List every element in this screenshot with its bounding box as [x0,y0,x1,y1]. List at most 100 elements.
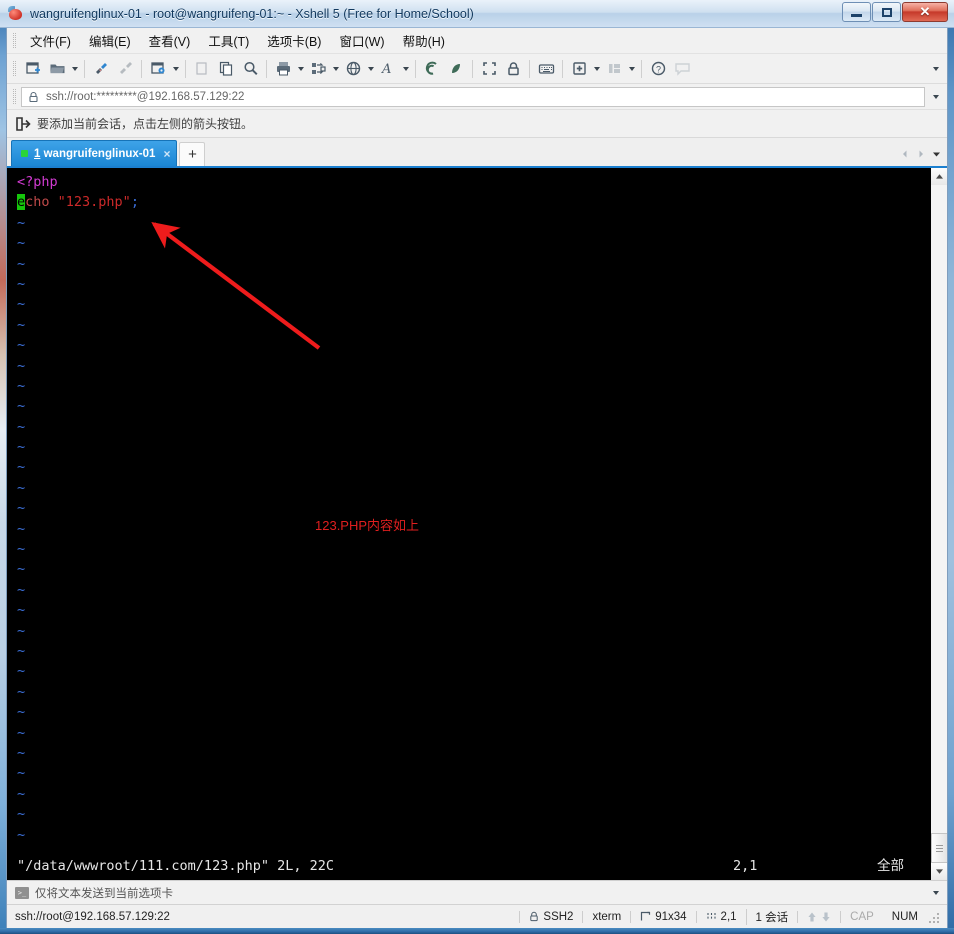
terminal-empty-line-marker: ~ [17,826,26,843]
menu-drag-grip[interactable] [11,31,18,51]
add-tab-dropdown-icon[interactable] [591,57,602,81]
print-icon[interactable] [271,57,295,81]
menu-edit[interactable]: 编辑(E) [80,27,140,54]
file-transfer-icon[interactable] [306,57,330,81]
globe-icon[interactable] [341,57,365,81]
new-tab-button[interactable]: + [179,142,206,166]
send-target-dropdown-icon[interactable] [930,881,941,905]
green-pen-icon[interactable] [444,57,468,81]
add-tab-icon[interactable] [567,57,591,81]
toolbar: A ? [7,54,947,84]
terminal-empty-line-marker: ~ [17,704,26,721]
send-target-bar[interactable]: >_ 仅将文本发送到当前选项卡 [7,880,947,904]
toolbar-separator [266,59,267,78]
menu-view[interactable]: 查看(V) [140,27,200,54]
lock-icon[interactable] [501,57,525,81]
scrollbar-down-icon[interactable] [930,863,947,880]
menu-tabs[interactable]: 选项卡(B) [258,27,330,54]
toolbar-overflow-icon[interactable] [930,54,941,84]
fullscreen-icon[interactable] [477,57,501,81]
terminal-empty-line-marker: ~ [17,663,26,680]
terminal-empty-line-marker: ~ [17,255,26,272]
session-properties-icon[interactable] [146,57,170,81]
scrollbar-thumb[interactable] [930,833,947,863]
terminal-empty-line-marker: ~ [17,357,26,374]
keyboard-icon[interactable] [534,57,558,81]
toolbar-separator [415,59,416,78]
ssh-tunnel-icon[interactable] [420,57,444,81]
font-dropdown-icon[interactable] [400,57,411,81]
session-properties-dropdown-icon[interactable] [170,57,181,81]
terminal-scrollbar[interactable] [930,168,947,880]
tab-scroll-right-icon[interactable] [914,146,927,162]
tab-close-icon[interactable]: × [163,147,170,161]
maximize-button[interactable] [872,2,901,22]
resize-grip[interactable] [929,910,941,923]
font-icon[interactable]: A [376,57,400,81]
split-layout-dropdown-icon[interactable] [626,57,637,81]
xshell-window: wangruifenglinux-01 - root@wangruifeng-0… [0,0,954,934]
tab-scroll-left-icon[interactable] [898,146,911,162]
terminal-empty-line-marker: ~ [17,602,26,619]
column-icon [706,911,717,922]
lock-icon [529,911,539,922]
toolbar-separator [185,59,186,78]
status-size-label: 91x34 [655,910,687,923]
status-terminal-type-label: xterm [592,910,622,923]
open-folder-icon[interactable] [45,57,69,81]
tab-wangruifenglinux-01[interactable]: 1 wangruifenglinux-01 × [11,140,178,166]
window-title: wangruifenglinux-01 - root@wangruifeng-0… [30,6,474,21]
menu-window[interactable]: 窗口(W) [330,27,393,54]
status-transfer [797,910,840,923]
paste-icon[interactable] [190,57,214,81]
scrollbar-track[interactable] [930,185,947,863]
vim-status-scroll: 全部 [877,857,904,874]
menu-file[interactable]: 文件(F) [21,27,80,54]
tab-bar-controls [898,146,943,162]
disconnect-icon[interactable] [113,57,137,81]
client-area: 文件(F) 编辑(E) 查看(V) 工具(T) 选项卡(B) 窗口(W) 帮助(… [6,28,948,928]
address-drag-grip[interactable] [11,87,18,107]
connect-icon[interactable] [89,57,113,81]
close-button[interactable]: ✕ [902,2,948,22]
split-layout-icon[interactable] [602,57,626,81]
scrollbar-up-icon[interactable] [930,168,947,185]
terminal-empty-line-marker: ~ [17,724,26,741]
tab-bar: 1 wangruifenglinux-01 × + [7,138,947,168]
print-dropdown-icon[interactable] [295,57,306,81]
menu-help[interactable]: 帮助(H) [394,27,454,54]
new-session-icon[interactable] [21,57,45,81]
status-sessions: 1 会话 [745,908,798,925]
open-folder-dropdown-icon[interactable] [69,57,80,81]
terminal-empty-line-marker: ~ [17,235,26,252]
vim-status-position: 2,1 [733,857,758,874]
window-frame-bottom [0,928,954,934]
address-input[interactable]: ssh://root:*********@192.168.57.129:22 [21,86,925,107]
add-session-arrow-icon[interactable] [15,116,31,132]
status-connection: ssh://root@192.168.57.129:22 [15,910,170,923]
minimize-button[interactable] [842,2,871,22]
menu-tools[interactable]: 工具(T) [199,27,258,54]
window-frame-right [948,0,954,934]
terminal-empty-line-marker: ~ [17,561,26,578]
terminal-empty-line-marker: ~ [17,459,26,476]
toolbar-separator [84,59,85,78]
toolbar-separator [562,59,563,78]
copy-icon[interactable] [214,57,238,81]
terminal-empty-line-marker: ~ [17,500,26,517]
terminal-screen[interactable]: <?php echo "123.php"; ~ ~ ~ ~ ~ ~ ~ ~ ~ ~ ~ ~ ~ ~ ~ ~ ~ ~ ~ ~… [7,168,930,880]
tab-list-icon[interactable] [930,146,943,162]
address-dropdown-icon[interactable] [930,84,941,110]
status-num-lock: NUM [891,910,918,923]
svg-text:A: A [381,62,391,77]
globe-dropdown-icon[interactable] [365,57,376,81]
menu-bar: 文件(F) 编辑(E) 查看(V) 工具(T) 选项卡(B) 窗口(W) 帮助(… [7,28,947,54]
terminal-empty-line-marker: ~ [17,765,26,782]
find-icon[interactable] [238,57,262,81]
file-transfer-dropdown-icon[interactable] [330,57,341,81]
toolbar-drag-grip[interactable] [11,59,18,79]
status-terminal-type: xterm [582,910,630,923]
status-protocol: SSH2 [519,910,582,923]
comment-icon[interactable] [670,57,694,81]
help-icon[interactable]: ? [646,57,670,81]
